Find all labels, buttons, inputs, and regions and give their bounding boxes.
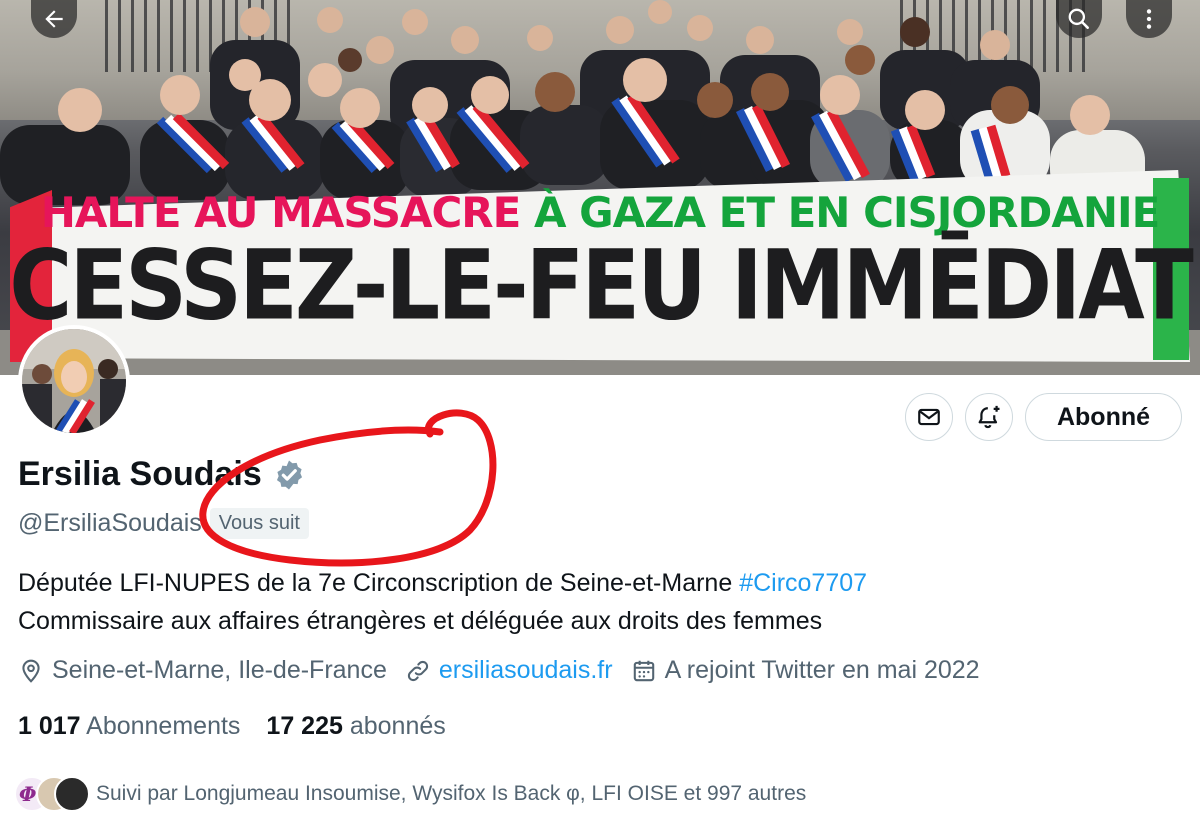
followers-stat[interactable]: 17 225 abonnés <box>266 712 445 741</box>
followed-by-text: Suivi par Longjumeau Insoumise, Wysifox … <box>96 782 807 805</box>
followers-label: abonnés <box>349 712 446 740</box>
display-name: Ersilia Soudais <box>18 455 262 493</box>
calendar-icon <box>633 660 654 681</box>
banner-slogan: CESSEZ-LE-FEU IMMĒDIAT <box>9 230 1194 342</box>
profile-avatar[interactable] <box>18 325 130 437</box>
user-handle: @ErsiliaSoudais <box>18 509 202 537</box>
profile-bio: Députée LFI-NUPES de la 7e Circonscripti… <box>18 564 1178 640</box>
link-icon <box>407 660 428 681</box>
joined-text: A rejoint Twitter en mai 2022 <box>664 656 980 684</box>
notifications-button[interactable] <box>965 393 1013 441</box>
bio-text: Députée LFI-NUPES de la 7e Circonscripti… <box>18 569 733 597</box>
joined-item: A rejoint Twitter en mai 2022 <box>631 656 980 685</box>
profile-banner[interactable]: HALTE AU MASSACRE À GAZA ET EN CISJORDAN… <box>0 0 1200 375</box>
name-row: Ersilia Soudais <box>18 455 306 494</box>
location-pin-icon <box>22 659 40 683</box>
following-count: 1 017 <box>18 712 81 740</box>
follows-you-badge: Vous suit <box>209 508 309 539</box>
following-label: Abonnements <box>86 712 241 740</box>
following-button[interactable]: Abonné <box>1025 393 1182 441</box>
bell-plus-icon <box>978 405 1000 429</box>
bio-hashtag-link[interactable]: #Circo7707 <box>739 569 867 597</box>
bio-line-2: Commissaire aux affaires étrangères et d… <box>18 607 823 635</box>
website-item[interactable]: ersiliasoudais.fr <box>405 656 613 685</box>
followers-count: 17 225 <box>266 712 343 740</box>
following-stat[interactable]: 1 017 Abonnements <box>18 712 240 741</box>
follower-avatars: Φ <box>14 776 90 812</box>
location-item: Seine-et-Marne, Ile-de-France <box>18 656 387 685</box>
search-icon <box>1068 8 1089 29</box>
svg-text:Φ: Φ <box>19 782 37 806</box>
arrow-left-icon <box>45 10 63 28</box>
message-button[interactable] <box>905 393 953 441</box>
avatar-photo <box>22 329 126 433</box>
location-text: Seine-et-Marne, Ile-de-France <box>52 656 387 684</box>
more-vertical-icon <box>1146 9 1152 29</box>
handle-row: @ErsiliaSoudais Vous suit <box>18 508 309 539</box>
followed-by-row[interactable]: Φ Suivi par Longjumeau Insoumise, Wysifo… <box>14 776 806 812</box>
bio-line-1: Députée LFI-NUPES de la 7e Circonscripti… <box>18 564 1178 602</box>
website-link[interactable]: ersiliasoudais.fr <box>439 656 613 685</box>
verified-badge-icon[interactable] <box>272 458 306 492</box>
profile-meta: Seine-et-Marne, Ile-de-France ersiliasou… <box>18 656 998 685</box>
envelope-icon <box>918 408 940 426</box>
follow-stats: 1 017 Abonnements 17 225 abonnés <box>18 712 472 741</box>
follower-avatar <box>54 776 90 812</box>
